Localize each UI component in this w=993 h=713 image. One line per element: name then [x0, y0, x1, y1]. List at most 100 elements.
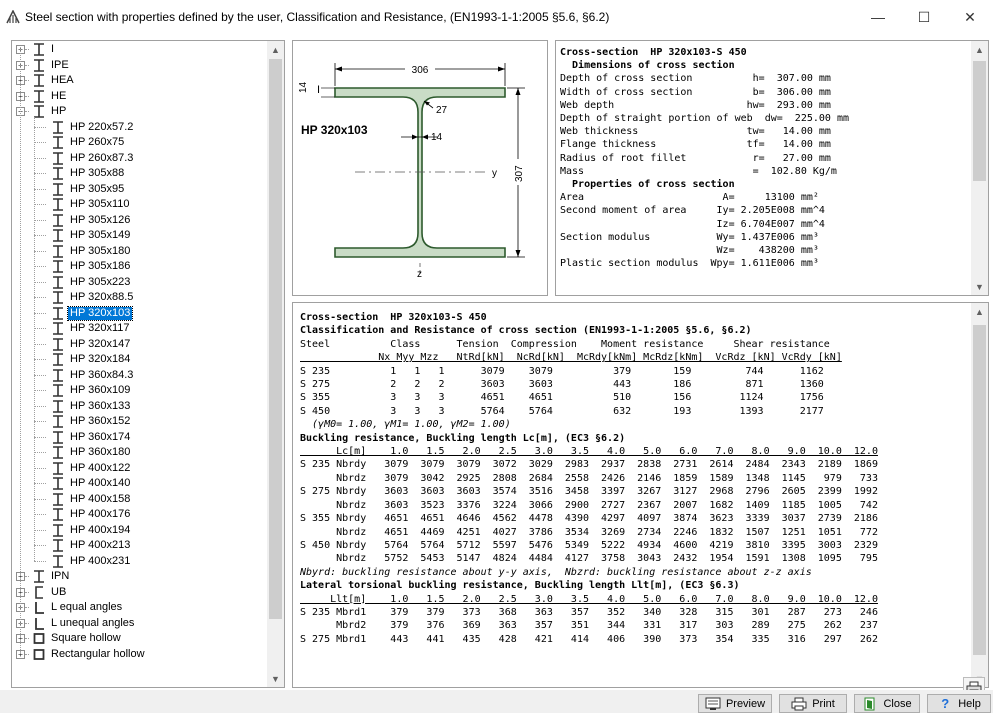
preview-button[interactable]: Preview	[698, 694, 772, 713]
help-button[interactable]: ? Help	[927, 694, 991, 713]
classification-line: Nbrdz 3603 3523 3376 3224 3066 2900 2727…	[300, 499, 878, 511]
section-tree[interactable]: + I + IPE + HEA + HE − HP HP 220x57.2 HP 260x75 HP 2…	[11, 40, 285, 688]
tree-item-label: HP 305x180	[70, 244, 131, 257]
tree-item[interactable]: + L equal angles	[16, 600, 124, 615]
maximize-button[interactable]: ☐	[901, 0, 947, 34]
i-beam-icon	[51, 275, 65, 289]
tree-item[interactable]: HP 360x174	[34, 430, 132, 445]
classification-scrollbar[interactable]: ▲ ▼	[971, 303, 988, 687]
tree-item[interactable]: HP 305x186	[34, 259, 132, 274]
properties-scroll-thumb[interactable]	[973, 61, 986, 181]
tree-item[interactable]: + Square hollow	[16, 631, 123, 646]
properties-line: Depth of straight portion of web dw= 225…	[560, 113, 849, 125]
tree-item-label: HP 305x149	[70, 229, 131, 241]
scroll-up-arrow-icon[interactable]: ▲	[267, 41, 284, 58]
classification-text: Cross-section HP 320x103-S 450 Classifica…	[300, 311, 878, 646]
tree-item[interactable]: − HP	[16, 104, 68, 119]
i-beam-icon	[51, 477, 65, 490]
tree-item[interactable]: HP 305x180	[34, 244, 132, 259]
tree-item[interactable]: HP 305x88	[34, 166, 126, 181]
channel-icon	[32, 585, 46, 599]
classification-line: Nx Myy Mzz NtRd[kN] NcRd[kN] McRdy[kNm] …	[300, 352, 842, 364]
classification-line: Mbrd2 379 376 369 363 357 351 344 331 31…	[300, 620, 878, 632]
minimize-button[interactable]: —	[855, 0, 901, 34]
scroll-down-arrow-icon[interactable]: ▼	[971, 278, 988, 295]
tree-item-label: I	[51, 43, 55, 55]
tree-item[interactable]: HP 305x95	[34, 182, 126, 197]
tree-item[interactable]: HP 320x88.5	[34, 290, 135, 305]
tree-item[interactable]: HP 400x213	[34, 538, 132, 553]
i-beam-icon	[51, 120, 65, 134]
tree-item[interactable]: HP 360x180	[34, 445, 132, 460]
tree-item-label: HP 320x103	[66, 305, 134, 321]
tree-item[interactable]: HP 305x126	[34, 213, 132, 228]
tree-item[interactable]: HP 360x152	[34, 414, 132, 429]
tree-item[interactable]: HP 260x87.3	[34, 151, 135, 166]
i-beam-icon	[51, 508, 65, 521]
tree-item[interactable]: HP 360x84.3	[34, 368, 135, 383]
classification-panel[interactable]: Cross-section HP 320x103-S 450 Classifica…	[292, 302, 989, 688]
tree-item[interactable]: + L unequal angles	[16, 616, 136, 631]
tree-item[interactable]: + UB	[16, 585, 68, 600]
classification-line: Nbrdz 5752 5453 5147 4824 4484 4127 3758…	[300, 553, 878, 565]
tree-item[interactable]: + IPN	[16, 569, 71, 584]
i-beam-icon	[51, 415, 65, 428]
i-beam-icon	[51, 322, 65, 335]
classification-line: Buckling resistance, Buckling length Lc[…	[300, 432, 626, 444]
tree-item[interactable]: + I	[16, 42, 56, 57]
print-label: Print	[812, 697, 835, 710]
tree-item-label: HP 320x147	[70, 337, 131, 350]
tree-item[interactable]: + IPE	[16, 58, 71, 73]
tree-item[interactable]: HP 320x103	[34, 305, 134, 321]
i-beam-icon	[51, 291, 65, 304]
close-button[interactable]: Close	[854, 694, 920, 713]
classification-line: Nbrdz 3079 3042 2925 2808 2684 2558 2426…	[300, 472, 878, 484]
properties-panel[interactable]: Cross-section HP 320x103-S 450 Dimension…	[555, 40, 989, 296]
tree-item[interactable]: HP 305x110	[34, 197, 132, 212]
tree-item[interactable]: HP 220x57.2	[34, 120, 135, 135]
i-beam-icon	[32, 58, 46, 72]
tree-item[interactable]: HP 400x194	[34, 523, 132, 538]
i-beam-icon	[32, 570, 46, 583]
tree-item-label: HP 400x194	[70, 523, 131, 536]
tree-item[interactable]: HP 360x109	[34, 383, 132, 398]
print-button[interactable]: Print	[779, 694, 847, 713]
angle-icon	[32, 601, 46, 614]
tree-item[interactable]: HP 400x158	[34, 492, 132, 507]
tree-item-label: HP 305x95	[70, 182, 125, 195]
tree-item-label: HP 400x213	[70, 539, 131, 551]
properties-scrollbar[interactable]: ▲ ▼	[971, 41, 988, 295]
tree-item[interactable]: HP 320x117	[34, 321, 132, 336]
window-title: Steel section with properties defined by…	[25, 10, 610, 24]
classification-scroll-thumb[interactable]	[973, 325, 986, 655]
tree-item[interactable]: HP 305x149	[34, 228, 132, 243]
tree-item[interactable]: HP 400x140	[34, 476, 132, 491]
tree-item[interactable]: HP 305x223	[34, 275, 132, 290]
tree-item-label: HP 260x75	[70, 136, 125, 148]
scroll-down-arrow-icon[interactable]: ▼	[267, 670, 284, 687]
tree-item-label: HP 400x140	[70, 477, 131, 489]
scroll-up-arrow-icon[interactable]: ▲	[971, 41, 988, 58]
properties-line: Web depth hw= 293.00 mm	[560, 99, 831, 111]
tree-scroll-thumb[interactable]	[269, 59, 282, 619]
tree-scrollbar[interactable]: ▲ ▼	[267, 41, 284, 687]
tree-item[interactable]: + Rectangular hollow	[16, 647, 147, 662]
classification-line: (γM0= 1.00, γM1= 1.00, γM2= 1.00)	[300, 419, 511, 431]
tree-item[interactable]: HP 260x75	[34, 135, 126, 150]
properties-line: Iz= 6.704E007 mm^4	[560, 218, 825, 230]
tree-item[interactable]: HP 320x184	[34, 352, 132, 367]
scroll-up-arrow-icon[interactable]: ▲	[971, 303, 988, 320]
tree-item[interactable]: HP 320x147	[34, 337, 132, 352]
tree-item[interactable]: HP 400x176	[34, 507, 132, 522]
angle-icon	[32, 617, 46, 630]
classification-line: Llt[m] 1.0 1.5 2.0 2.5 3.0 3.5 4.0 5.0 6…	[300, 593, 878, 605]
tree-item[interactable]: HP 400x231	[34, 554, 132, 569]
properties-text: Cross-section HP 320x103-S 450 Dimension…	[560, 46, 849, 270]
tree-item-label: IPE	[51, 58, 69, 71]
tree-item[interactable]: + HE	[16, 89, 68, 104]
close-window-button[interactable]: ✕	[947, 0, 993, 34]
tree-item[interactable]: + HEA	[16, 73, 76, 88]
tree-item[interactable]: HP 360x133	[34, 399, 132, 414]
tree-item[interactable]: HP 400x122	[34, 461, 132, 476]
properties-line: Cross-section HP 320x103-S 450	[560, 47, 747, 58]
